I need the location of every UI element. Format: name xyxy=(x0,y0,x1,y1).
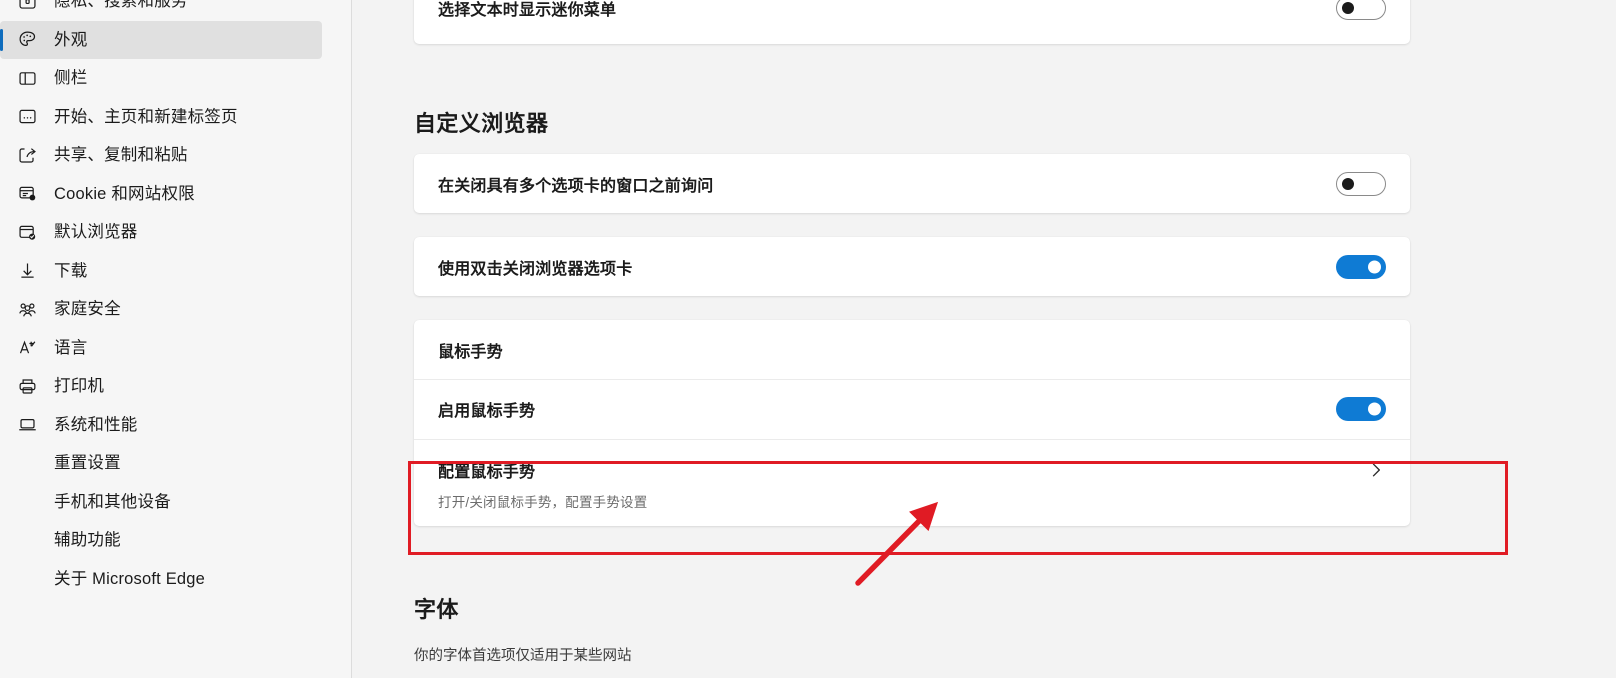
privacy-lock-icon xyxy=(14,0,40,14)
settings-window: 隐私、搜索和服务 外观 侧栏 开始、主页和新建标签页 共享、复制和粘贴 Cook… xyxy=(0,0,1616,678)
language-letter-icon xyxy=(14,335,40,361)
sidebar-item-appearance[interactable]: 外观 xyxy=(0,20,322,59)
gesture-divider-2 xyxy=(414,439,1410,440)
sidebar-item-family-safety[interactable]: 家庭安全 xyxy=(0,290,322,329)
sidebar-item-reset-settings[interactable]: 重置设置 xyxy=(0,444,322,483)
sidebar-item-system-performance[interactable]: 系统和性能 xyxy=(0,406,322,445)
sidebar-item-label: 辅助功能 xyxy=(54,531,121,549)
settings-content: 选择文本时显示迷你菜单 自定义浏览器 在关闭具有多个选项卡的窗口之前询问 使用双… xyxy=(352,0,1616,678)
double-click-close-card: 使用双击关闭浏览器选项卡 xyxy=(414,237,1410,296)
sidebar-item-label: Cookie 和网站权限 xyxy=(54,184,195,203)
ask-before-close-toggle[interactable] xyxy=(1336,171,1386,196)
configure-gestures-row[interactable]: 配置鼠标手势 打开/关闭鼠标手势，配置手势设置 xyxy=(414,439,1410,526)
sidebar-item-sidebar[interactable]: 侧栏 xyxy=(0,59,322,98)
double-click-close-title: 使用双击关闭浏览器选项卡 xyxy=(438,260,633,278)
double-click-close-toggle[interactable] xyxy=(1336,254,1386,279)
enable-gestures-row[interactable]: 启用鼠标手势 xyxy=(414,379,1410,439)
palette-icon xyxy=(14,27,40,53)
ask-before-close-row[interactable]: 在关闭具有多个选项卡的窗口之前询问 xyxy=(414,154,1410,213)
laptop-icon xyxy=(14,412,40,438)
sidebar-item-label: 开始、主页和新建标签页 xyxy=(54,107,238,126)
sidebar-item-printers[interactable]: 打印机 xyxy=(0,367,322,406)
mini-menu-title: 选择文本时显示迷你菜单 xyxy=(438,2,617,19)
sidebar-item-downloads[interactable]: 下载 xyxy=(0,252,322,291)
sidebar-item-label: 重置设置 xyxy=(54,454,121,472)
fonts-heading: 字体 xyxy=(414,597,459,622)
mini-menu-toggle[interactable] xyxy=(1336,0,1386,20)
configure-gestures-subtitle: 打开/关闭鼠标手势，配置手势设置 xyxy=(438,495,648,510)
mouse-gestures-card: 鼠标手势 启用鼠标手势 配置鼠标手势 打开/关闭鼠标手势，配置手势设置 xyxy=(414,320,1410,526)
sidebar-item-label: 家庭安全 xyxy=(54,300,121,318)
customize-browser-heading: 自定义浏览器 xyxy=(414,111,549,136)
enable-gestures-title: 启用鼠标手势 xyxy=(438,403,536,420)
home-page-icon xyxy=(14,104,40,130)
sidebar-item-languages[interactable]: 语言 xyxy=(0,329,322,368)
mini-menu-row[interactable]: 选择文本时显示迷你菜单 xyxy=(414,0,1410,44)
ask-before-close-title: 在关闭具有多个选项卡的窗口之前询问 xyxy=(438,177,714,195)
cookie-permissions-icon xyxy=(14,181,40,207)
sidebar-item-label: 语言 xyxy=(54,338,88,357)
accessibility-icon xyxy=(14,527,40,553)
fonts-description: 你的字体首选项仅适用于某些网站 xyxy=(414,648,632,664)
default-browser-check-icon xyxy=(14,219,40,245)
settings-sidebar: 隐私、搜索和服务 外观 侧栏 开始、主页和新建标签页 共享、复制和粘贴 Cook… xyxy=(0,0,352,678)
sidebar-item-share-copy-paste[interactable]: 共享、复制和粘贴 xyxy=(0,136,322,175)
sidebar-item-about-edge[interactable]: 关于 Microsoft Edge xyxy=(0,560,322,599)
chevron-right-icon[interactable] xyxy=(1366,460,1386,485)
sidebar-item-label: 外观 xyxy=(54,30,88,49)
sidebar-item-label: 打印机 xyxy=(54,377,105,395)
sidebar-item-accessibility[interactable]: 辅助功能 xyxy=(0,521,322,560)
printer-icon xyxy=(14,373,40,399)
family-people-icon xyxy=(14,296,40,322)
ask-before-close-card: 在关闭具有多个选项卡的窗口之前询问 xyxy=(414,154,1410,213)
enable-gestures-toggle[interactable] xyxy=(1336,397,1386,421)
sidebar-item-label: 手机和其他设备 xyxy=(54,492,171,511)
download-arrow-icon xyxy=(14,258,40,284)
sidebar-content-divider xyxy=(351,0,352,678)
sidebar-item-phone-other-devices[interactable]: 手机和其他设备 xyxy=(0,483,322,522)
sidebar-item-label: 关于 Microsoft Edge xyxy=(54,569,206,588)
sidebar-item-cookies-permissions[interactable]: Cookie 和网站权限 xyxy=(0,175,322,214)
mouse-gestures-header-title: 鼠标手势 xyxy=(438,343,503,361)
sidebar-item-label: 隐私、搜索和服务 xyxy=(54,0,188,10)
edge-logo-icon xyxy=(14,566,40,592)
sidebar-item-label: 系统和性能 xyxy=(54,415,138,434)
share-icon xyxy=(14,142,40,168)
sidebar-item-label: 默认浏览器 xyxy=(54,223,138,241)
mini-menu-card: 选择文本时显示迷你菜单 xyxy=(414,0,1410,44)
sidebar-item-default-browser[interactable]: 默认浏览器 xyxy=(0,213,322,252)
sidebar-item-label: 下载 xyxy=(54,261,88,280)
sidebar-item-label: 侧栏 xyxy=(54,69,88,87)
sidebar-item-label: 共享、复制和粘贴 xyxy=(54,146,188,164)
phone-devices-icon xyxy=(14,489,40,515)
double-click-close-row[interactable]: 使用双击关闭浏览器选项卡 xyxy=(414,237,1410,296)
sidebar-panel-icon xyxy=(14,65,40,91)
sidebar-item-start-home-newtab[interactable]: 开始、主页和新建标签页 xyxy=(0,98,322,137)
configure-gestures-title: 配置鼠标手势 xyxy=(438,464,536,481)
settings-nav-list: 隐私、搜索和服务 外观 侧栏 开始、主页和新建标签页 共享、复制和粘贴 Cook… xyxy=(0,0,330,598)
configure-gestures-text-block: 配置鼠标手势 打开/关闭鼠标手势，配置手势设置 xyxy=(438,458,647,511)
gesture-divider-1 xyxy=(414,379,1410,380)
sidebar-item-privacy[interactable]: 隐私、搜索和服务 xyxy=(0,0,322,21)
reset-refresh-icon xyxy=(14,450,40,476)
mouse-gestures-header-row: 鼠标手势 xyxy=(414,320,1410,379)
